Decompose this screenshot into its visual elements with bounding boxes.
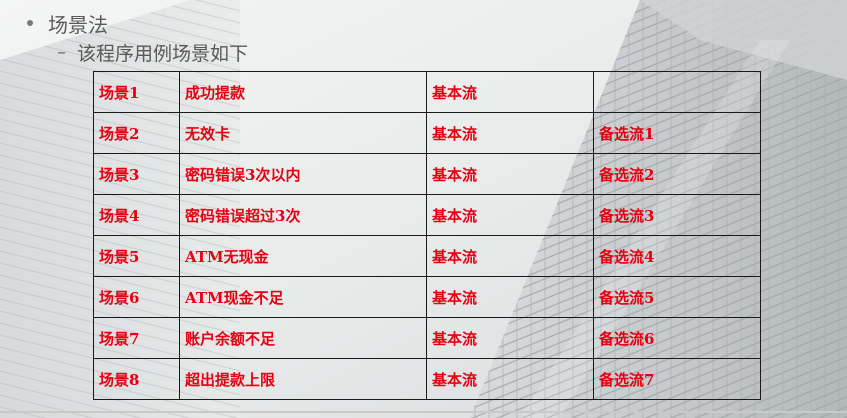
basic-flow-cell: 基本流 (426, 112, 594, 154)
scenario-name-cell: 场景3 (93, 153, 180, 195)
table-row: 场景5 ATM无现金 基本流 备选流4 (93, 235, 761, 277)
table-row: 场景3 密码错误3次以内 基本流 备选流2 (93, 153, 761, 195)
alternate-flow-cell: 备选流2 (593, 153, 761, 195)
scenario-description-cell: 密码错误3次以内 (179, 153, 427, 195)
scenario-description-cell: 账户余额不足 (179, 317, 427, 359)
basic-flow-cell: 基本流 (426, 358, 594, 400)
alternate-flow-cell (593, 71, 761, 113)
scenario-name-cell: 场景5 (93, 235, 180, 277)
scenario-name-cell: 场景6 (93, 276, 180, 318)
alternate-flow-cell: 备选流4 (593, 235, 761, 277)
alternate-flow-cell: 备选流7 (593, 358, 761, 400)
basic-flow-cell: 基本流 (426, 276, 594, 318)
scenario-table-container: 场景1 成功提款 基本流 场景2 无效卡 基本流 备选流1 场景3 密码错误3次… (93, 71, 761, 400)
table-row: 场景1 成功提款 基本流 (93, 71, 761, 113)
dash-icon: – (57, 41, 66, 63)
sub-bullet-text: 该程序用例场景如下 (77, 42, 249, 65)
sub-bullet-item: – 该程序用例场景如下 (57, 39, 248, 65)
basic-flow-cell: 基本流 (426, 317, 594, 359)
alternate-flow-cell: 备选流5 (593, 276, 761, 318)
scenario-description-cell: 成功提款 (179, 71, 427, 113)
scenario-name-cell: 场景2 (93, 112, 180, 154)
table-row: 场景4 密码错误超过3次 基本流 备选流3 (93, 194, 761, 236)
scenario-name-cell: 场景4 (93, 194, 180, 236)
table-row: 场景8 超出提款上限 基本流 备选流7 (93, 358, 761, 400)
basic-flow-cell: 基本流 (426, 194, 594, 236)
alternate-flow-cell: 备选流1 (593, 112, 761, 154)
scenario-name-cell: 场景8 (93, 358, 180, 400)
table-row: 场景7 账户余额不足 基本流 备选流6 (93, 317, 761, 359)
scenario-name-cell: 场景7 (93, 317, 180, 359)
bullet-item: 场景法 (27, 10, 108, 37)
table-row: 场景6 ATM现金不足 基本流 备选流5 (93, 276, 761, 318)
scenario-description-cell: ATM无现金 (179, 235, 427, 277)
basic-flow-cell: 基本流 (426, 71, 594, 113)
table-row: 场景2 无效卡 基本流 备选流1 (93, 112, 761, 154)
scenario-description-cell: 超出提款上限 (179, 358, 427, 400)
scenario-description-cell: ATM现金不足 (179, 276, 427, 318)
bullet-dot-icon (27, 20, 33, 26)
scenario-name-cell: 场景1 (93, 71, 180, 113)
basic-flow-cell: 基本流 (426, 235, 594, 277)
scenario-description-cell: 密码错误超过3次 (179, 194, 427, 236)
basic-flow-cell: 基本流 (426, 153, 594, 195)
alternate-flow-cell: 备选流6 (593, 317, 761, 359)
bullet-text: 场景法 (48, 12, 108, 37)
alternate-flow-cell: 备选流3 (593, 194, 761, 236)
scenario-description-cell: 无效卡 (179, 112, 427, 154)
slide-bottom-divider (0, 411, 847, 413)
scenario-table: 场景1 成功提款 基本流 场景2 无效卡 基本流 备选流1 场景3 密码错误3次… (93, 71, 761, 400)
